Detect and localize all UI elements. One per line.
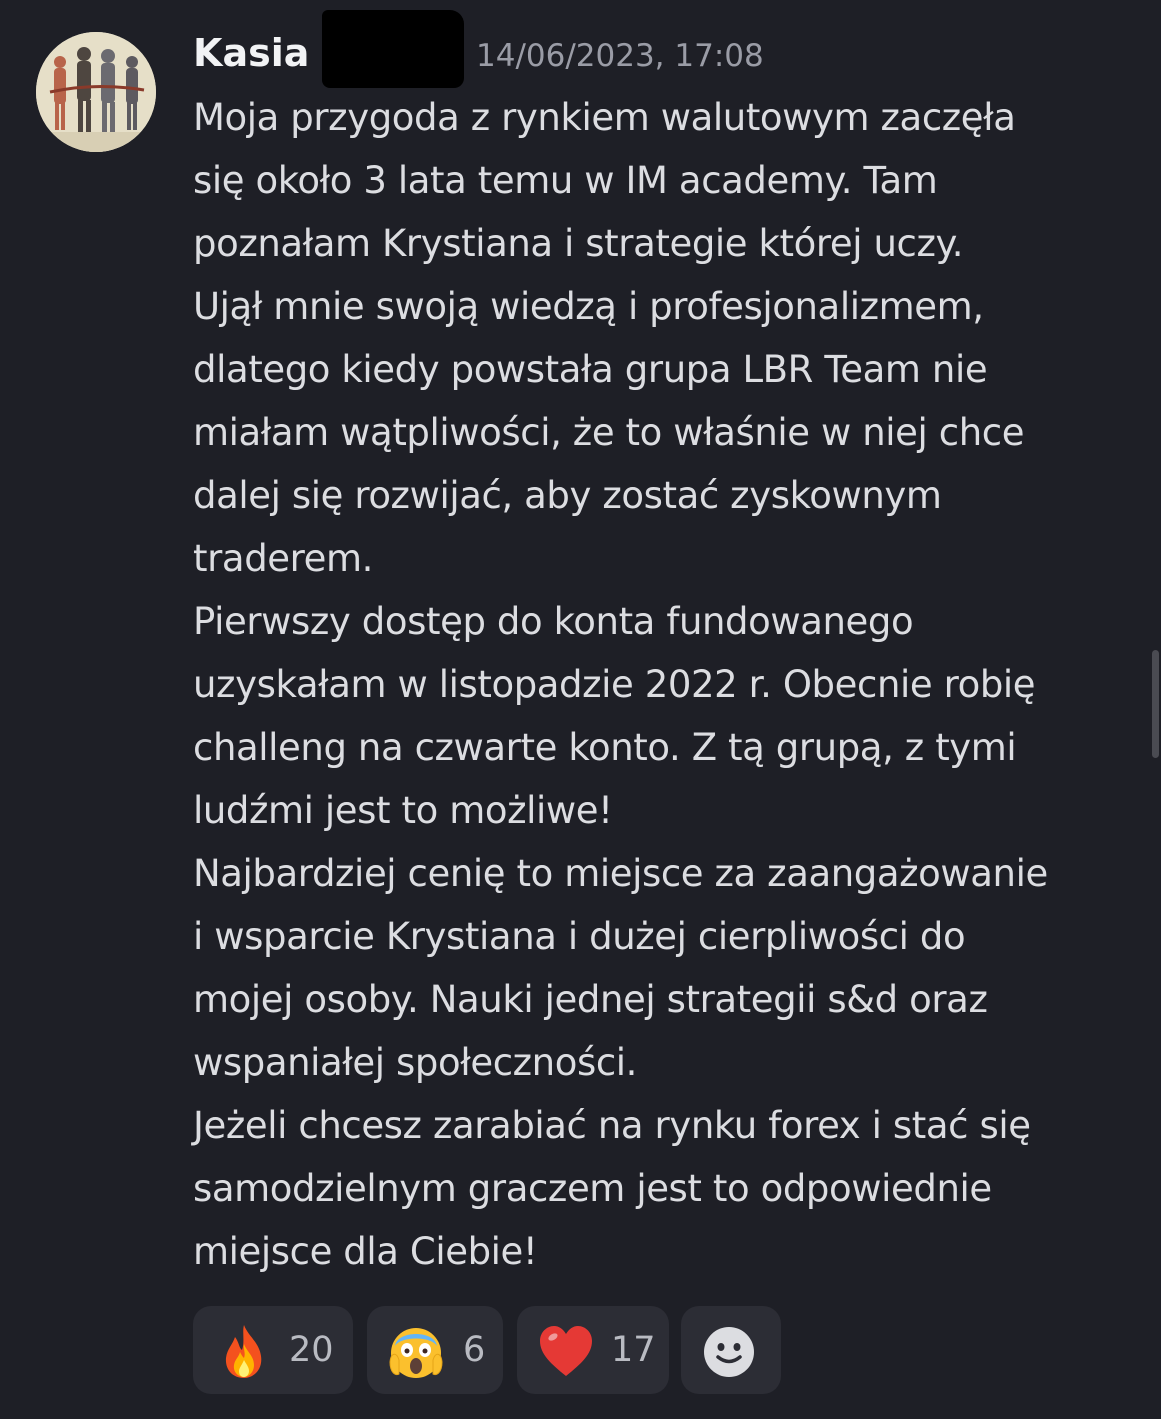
message-line: ludźmi jest to możliwe! — [193, 789, 613, 832]
reaction-screaming-face[interactable]: 6 — [367, 1306, 503, 1394]
message-line: mojej osoby. Nauki jednej strategii s&d … — [193, 978, 988, 1021]
message-line: challeng na czwarte konto. Z tą grupą, z… — [193, 726, 1017, 769]
message-line: się około 3 lata temu w IM academy. Tam — [193, 159, 938, 202]
message-line: poznałam Krystiana i strategie której uc… — [193, 222, 964, 265]
message-timestamp: 14/06/2023, 17:08 — [476, 38, 764, 74]
message-line: dlatego kiedy powstała grupa LBR Team ni… — [193, 348, 988, 391]
message-line: Najbardziej cenię to miejsce za zaangażo… — [193, 852, 1048, 895]
message-line: i wsparcie Krystiana i dużej cierpliwośc… — [193, 915, 966, 958]
message-line: Ujął mnie swoją wiedzą i profesjonalizme… — [193, 285, 984, 328]
avatar-image — [36, 32, 156, 152]
reaction-count: 6 — [463, 1330, 486, 1370]
reaction-heart[interactable]: 17 — [517, 1306, 669, 1394]
message-content: Moja przygoda z rynkiem walutowym zaczęł… — [193, 86, 1143, 1283]
screaming-face-icon — [389, 1328, 443, 1378]
message-line: Pierwszy dostęp do konta fundowanego — [193, 600, 914, 643]
message-line: traderem. — [193, 537, 374, 580]
chat-message: Kasia B 14/06/2023, 17:08 Moja przygoda … — [0, 0, 1161, 1419]
reaction-fire[interactable]: 20 — [193, 1306, 353, 1394]
fire-icon — [225, 1325, 262, 1378]
redaction-mark — [322, 10, 464, 88]
message-line: miejsce dla Ciebie! — [193, 1230, 538, 1273]
message-line: wspaniałej społeczności. — [193, 1041, 638, 1084]
message-line: dalej się rozwijać, aby zostać zyskownym — [193, 474, 942, 517]
avatar[interactable] — [36, 32, 156, 152]
red-heart-icon — [540, 1326, 592, 1376]
message-line: Jeżeli chcesz zarabiać na rynku forex i … — [193, 1104, 1031, 1147]
message-line: uzyskałam w listopadzie 2022 r. Obecnie … — [193, 663, 1036, 706]
add-reaction-icon — [704, 1327, 754, 1377]
message-line: miałam wątpliwości, że to właśnie w niej… — [193, 411, 1025, 454]
message-line: samodzielnym graczem jest to odpowiednie — [193, 1167, 992, 1210]
reaction-count: 17 — [611, 1330, 656, 1370]
reaction-count: 20 — [289, 1330, 334, 1370]
message-line: Moja przygoda z rynkiem walutowym zaczęł… — [193, 96, 1016, 139]
add-reaction-button[interactable] — [681, 1306, 781, 1394]
scrollbar[interactable] — [1152, 650, 1159, 758]
